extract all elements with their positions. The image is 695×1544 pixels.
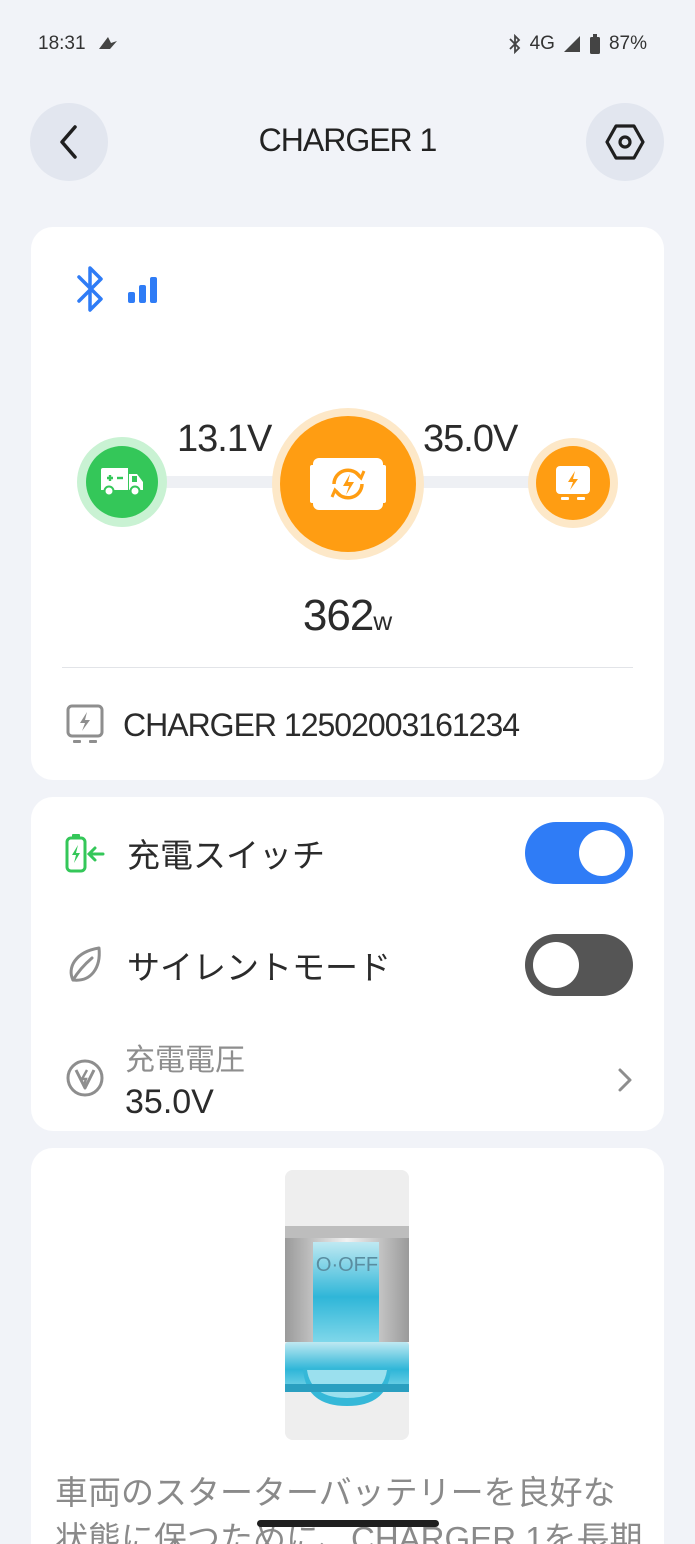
navigation-icon (99, 37, 117, 49)
device-icon (66, 704, 104, 743)
power-readout: 362w (31, 591, 664, 641)
input-voltage: 13.1V (177, 418, 272, 460)
battery-percent: 87% (608, 33, 647, 54)
signal-bars-icon (128, 277, 157, 303)
info-description: 車両のスターターバッテリーを良好な状態に保つために、CHARGER 1を長期 (55, 1474, 643, 1544)
charger-device-icon (310, 458, 386, 510)
charge-switch-label: 充電スイッチ (127, 837, 325, 874)
silent-mode-toggle[interactable] (525, 934, 633, 996)
silent-mode-label: サイレントモード (127, 949, 391, 986)
power-flow-card: 13.1V 35.0V 362w CHARGER 12502003161234 (31, 227, 664, 780)
output-voltage: 35.0V (423, 418, 518, 460)
status-time: 18:31 (38, 33, 86, 54)
leaf-icon (69, 946, 101, 982)
toggle-knob (533, 942, 579, 988)
info-card: O·OFF 車両のスターターバッテリーを良好な状態に保つために、CHARGER … (31, 1148, 664, 1544)
bluetooth-icon (77, 266, 103, 312)
charge-voltage-value: 35.0V (125, 1082, 214, 1121)
vehicle-battery-node (77, 437, 167, 527)
power-value: 362 (302, 591, 374, 640)
charge-switch-icon (65, 834, 105, 873)
breaker-label: O·OFF (315, 1254, 379, 1276)
charge-voltage-row[interactable]: 充電電圧 35.0V (65, 1033, 633, 1123)
connection-status (75, 263, 159, 315)
network-type: 4G (529, 33, 555, 54)
toggle-knob (579, 830, 625, 876)
output-battery-node (528, 438, 618, 528)
bluetooth-status-icon (508, 34, 520, 54)
charger-node (272, 408, 424, 560)
cell-signal-icon (563, 36, 580, 52)
status-bar: 18:31 4G 87% (0, 0, 695, 88)
device-name: CHARGER 12502003161234 (123, 706, 520, 743)
settings-card: 充電スイッチ サイレントモード 充電電圧 35.0V (31, 797, 664, 1131)
battery-box-icon (556, 466, 590, 500)
breaker-illustration: O·OFF (285, 1170, 409, 1440)
power-unit: w (373, 606, 393, 636)
hex-nut-settings-icon (605, 124, 645, 160)
charge-voltage-label: 充電電圧 (125, 1043, 245, 1077)
device-info: CHARGER 12502003161234 (65, 703, 520, 747)
chevron-right-icon (618, 1068, 632, 1092)
status-icons: 4G 87% (508, 33, 647, 55)
charge-switch-row: 充電スイッチ (65, 819, 633, 887)
charge-switch-toggle[interactable] (525, 822, 633, 884)
divider (62, 667, 633, 668)
battery-icon (589, 34, 600, 54)
van-icon (101, 468, 143, 497)
silent-mode-row: サイレントモード (65, 931, 633, 999)
voltage-icon (66, 1059, 104, 1097)
home-indicator[interactable] (257, 1520, 439, 1527)
settings-button[interactable] (586, 103, 664, 181)
breaker-switch-icon (285, 1170, 409, 1440)
